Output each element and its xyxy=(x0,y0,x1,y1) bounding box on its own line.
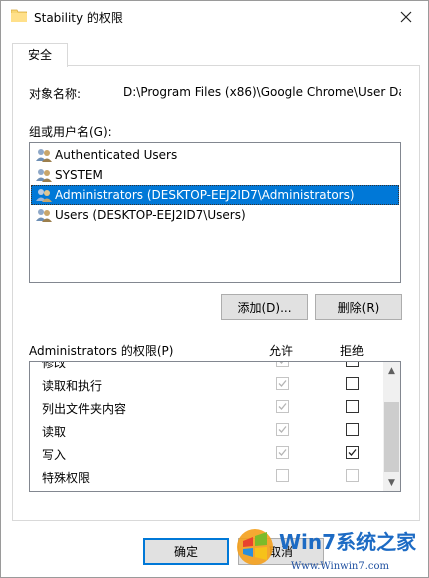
allow-checkbox xyxy=(276,446,289,459)
permission-row: 读取和执行 xyxy=(30,373,384,396)
list-item-selected[interactable]: Administrators (DESKTOP-EEJ2ID7\Administ… xyxy=(31,185,399,205)
remove-button[interactable]: 删除(R) xyxy=(315,294,402,320)
watermark-site: Www.Winwin7.com xyxy=(291,561,389,572)
object-name-label: 对象名称: xyxy=(29,87,82,101)
user-name: Administrators (DESKTOP-EEJ2ID7\Administ… xyxy=(55,188,355,202)
user-name: Users (DESKTOP-EEJ2ID7\Users) xyxy=(55,208,246,222)
list-item[interactable]: SYSTEM xyxy=(31,165,399,185)
permission-row: 特殊权限 xyxy=(30,465,384,488)
deny-checkbox[interactable] xyxy=(346,423,359,436)
permission-name: 特殊权限 xyxy=(42,471,91,485)
permission-row: 列出文件夹内容 xyxy=(30,396,384,419)
scroll-down-arrow-icon[interactable]: ▼ xyxy=(383,474,400,491)
deny-checkbox[interactable] xyxy=(346,377,359,390)
svg-text:Win7系统之家: Win7系统之家 xyxy=(279,530,417,554)
tab-security[interactable]: 安全 xyxy=(12,43,68,67)
permission-row: 读取 xyxy=(30,419,384,442)
folder-icon xyxy=(11,9,27,22)
deny-checkbox[interactable] xyxy=(346,400,359,413)
allow-checkbox xyxy=(276,423,289,436)
permission-name: 写入 xyxy=(42,448,67,462)
allow-column-header: 允许 xyxy=(269,344,294,358)
add-button[interactable]: 添加(D)... xyxy=(221,294,308,320)
object-name-value: D:\Program Files (x86)\Google Chrome\Use… xyxy=(123,85,401,99)
user-name: Authenticated Users xyxy=(55,148,178,162)
window-title: Stability 的权限 xyxy=(34,11,123,25)
permission-row: 写入 xyxy=(30,442,384,465)
permission-row: 修改 xyxy=(30,361,384,373)
permission-name: 读取和执行 xyxy=(42,379,103,393)
allow-checkbox xyxy=(276,469,289,482)
user-group-icon xyxy=(36,169,52,182)
scroll-up-arrow-icon[interactable]: ▲ xyxy=(383,362,400,379)
list-item[interactable]: Users (DESKTOP-EEJ2ID7\Users) xyxy=(31,205,399,225)
permission-name: 读取 xyxy=(42,425,67,439)
title-bar: Stability 的权限 xyxy=(1,1,428,32)
groups-label: 组或用户名(G): xyxy=(29,125,112,139)
permissions-header: Administrators 的权限(P) xyxy=(29,344,174,358)
permissions-dialog: Stability 的权限 安全 对象名称: D:\Program Files … xyxy=(0,0,429,578)
allow-checkbox xyxy=(276,400,289,413)
close-icon xyxy=(400,11,411,22)
scroll-thumb[interactable] xyxy=(384,402,399,472)
deny-checkbox[interactable] xyxy=(346,446,359,459)
deny-checkbox xyxy=(346,469,359,482)
user-group-icon xyxy=(36,149,52,162)
close-button[interactable] xyxy=(383,1,428,32)
deny-column-header: 拒绝 xyxy=(340,344,365,358)
permissions-list[interactable]: 修改读取和执行列出文件夹内容 读取写入特殊权限 ▲ ▼ xyxy=(29,361,401,492)
permissions-scrollbar[interactable]: ▲ ▼ xyxy=(383,362,400,491)
permission-name: 修改 xyxy=(42,361,67,370)
users-listbox[interactable]: Authenticated Users SYSTEM Administrator… xyxy=(29,142,401,283)
allow-checkbox xyxy=(276,362,289,367)
tab-strip: 安全 xyxy=(12,43,420,67)
user-group-icon xyxy=(36,209,52,222)
user-name: SYSTEM xyxy=(55,168,103,182)
ok-button[interactable]: 确定 xyxy=(143,538,229,565)
deny-checkbox[interactable] xyxy=(346,362,359,367)
allow-checkbox xyxy=(276,377,289,390)
permission-name: 列出文件夹内容 xyxy=(42,402,127,416)
user-group-icon xyxy=(36,189,52,202)
list-item[interactable]: Authenticated Users xyxy=(31,145,399,165)
